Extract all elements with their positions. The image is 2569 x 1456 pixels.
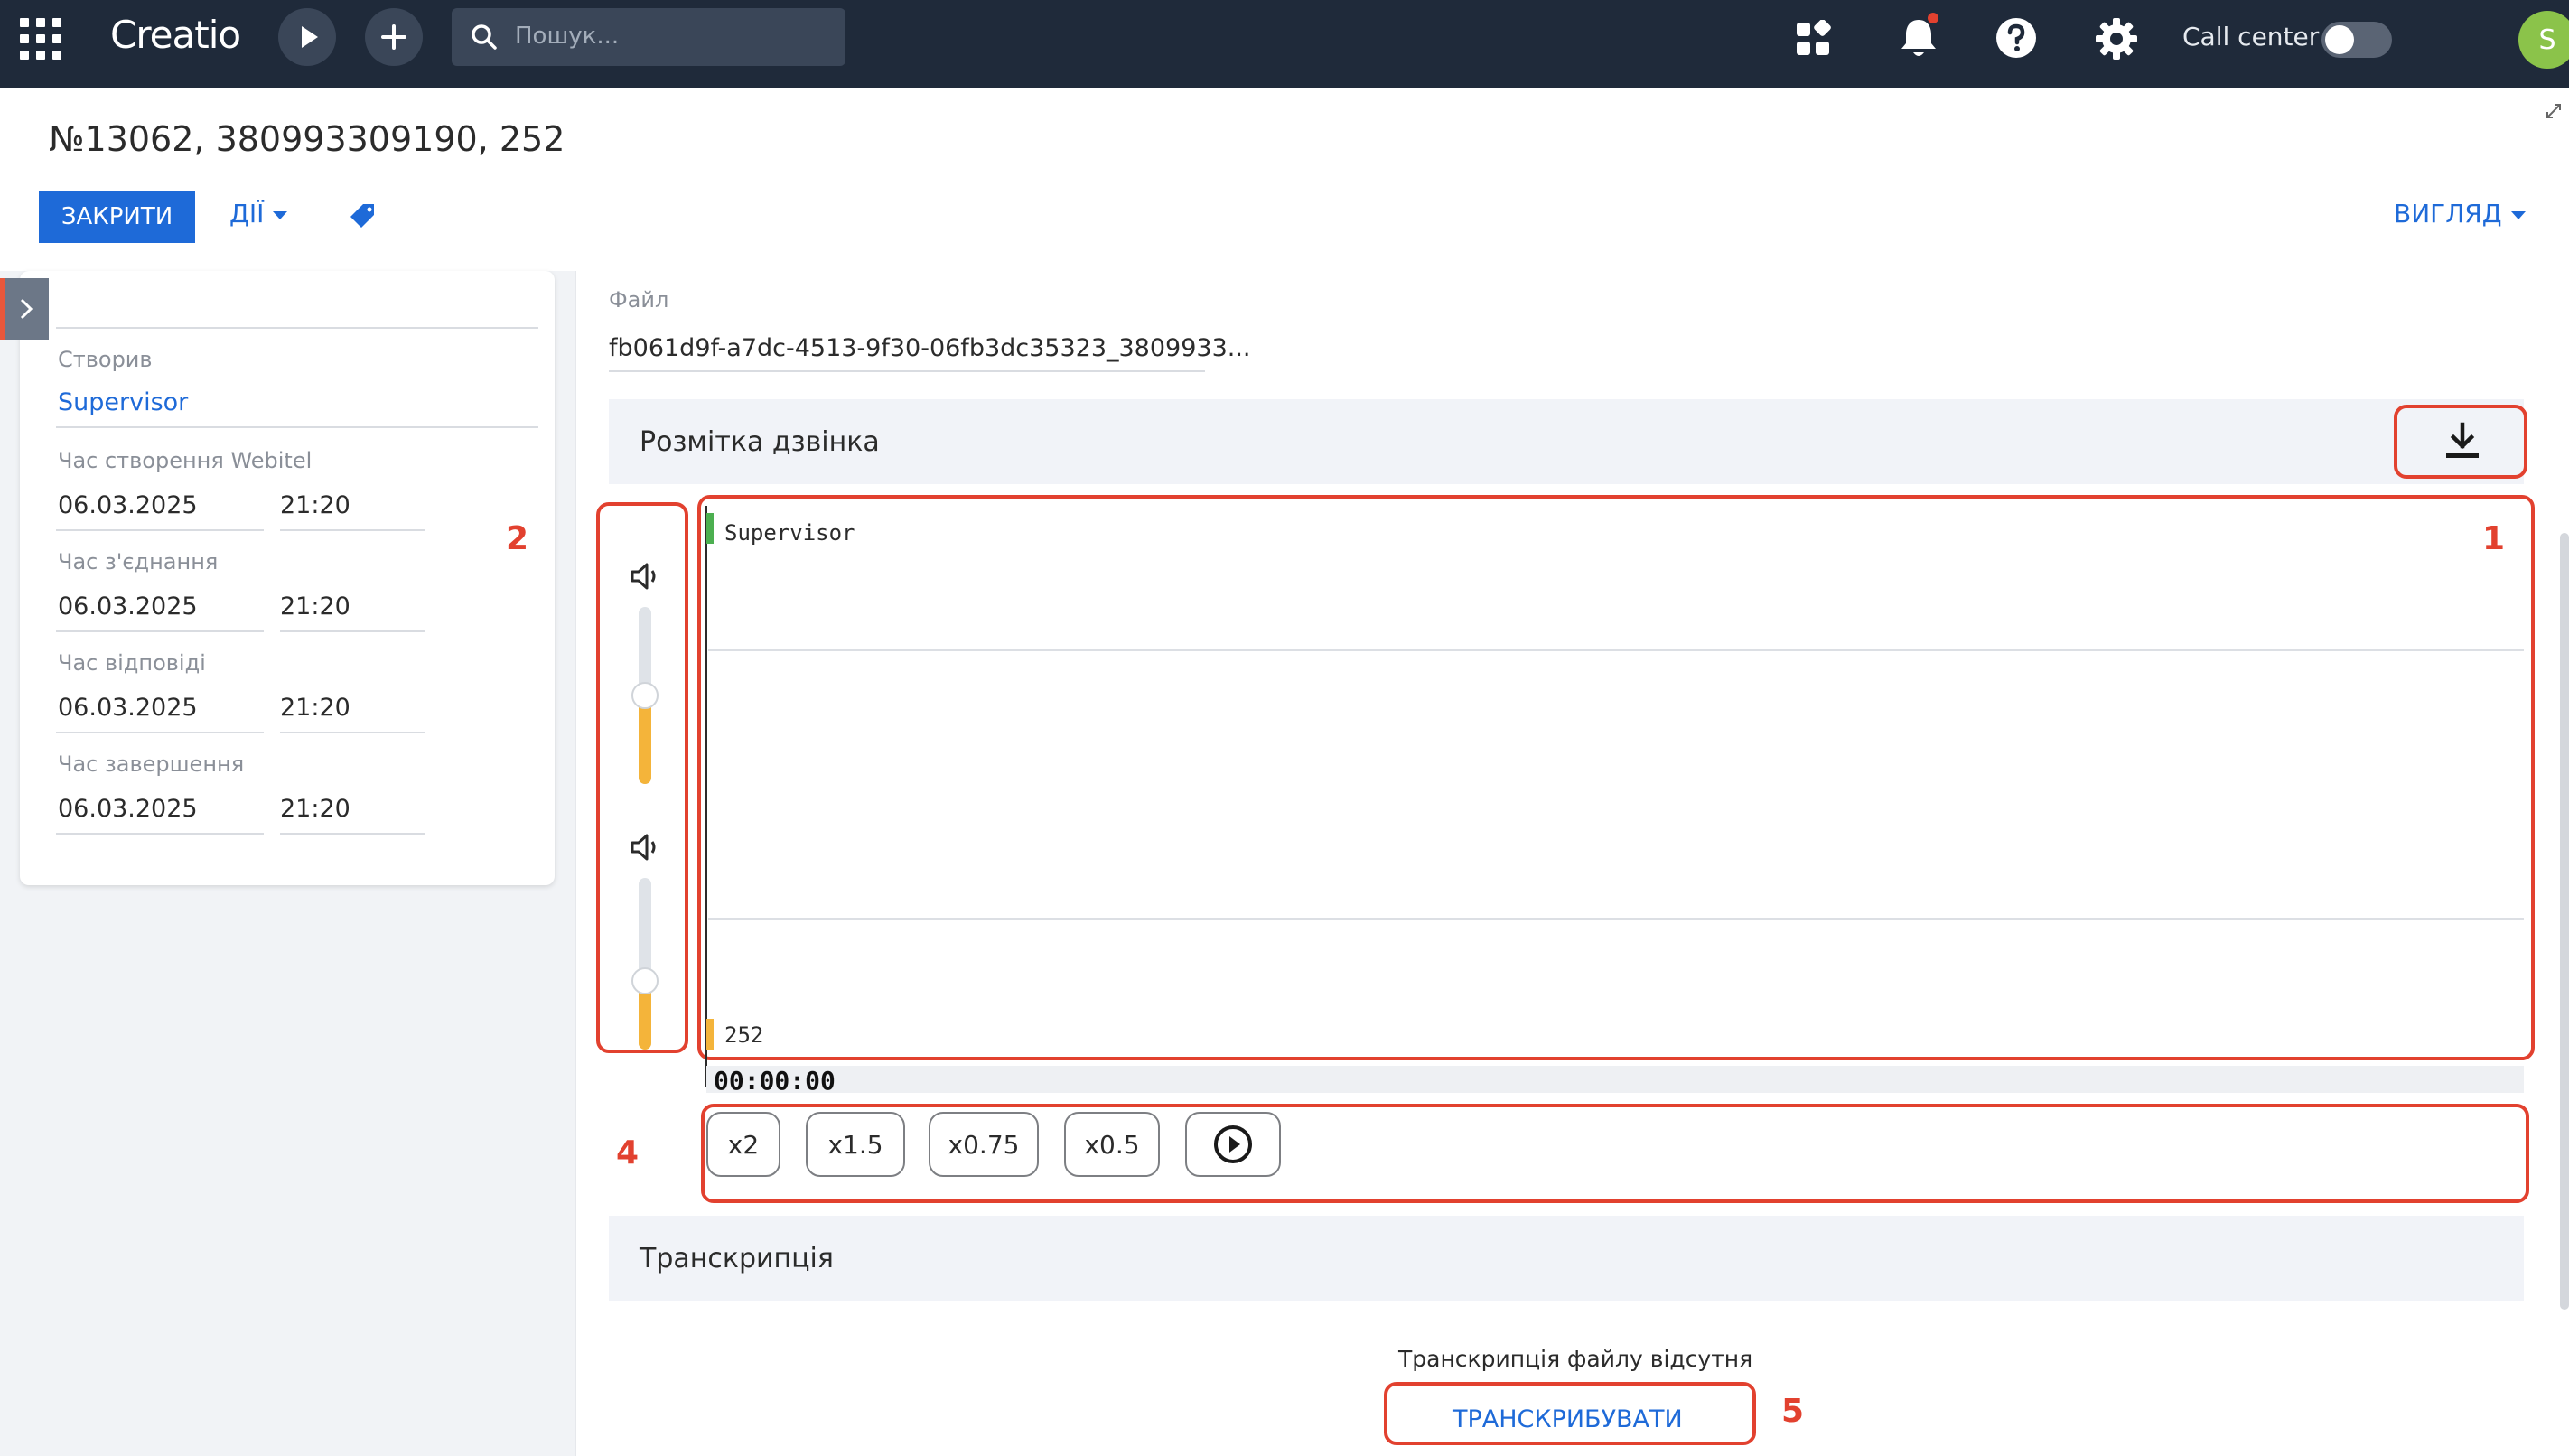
call-center-toggle[interactable] (2321, 22, 2392, 58)
plus-icon (381, 24, 406, 50)
field-time[interactable]: 21:20 (280, 694, 350, 722)
download-icon[interactable] (2444, 421, 2480, 461)
field-webitel-created: Час створення Webitel 06.03.2025 21:20 (56, 448, 528, 549)
play-icon (302, 26, 318, 48)
channel-bottom-marker (706, 1019, 714, 1050)
marker-1: 1 (2482, 520, 2506, 557)
underline (280, 732, 425, 733)
field-label: Час з'єднання (58, 549, 219, 574)
divider (56, 327, 538, 329)
timeline-bar[interactable] (706, 1066, 2524, 1093)
speed-x2-button[interactable]: x2 (706, 1112, 780, 1177)
app-menu-icon[interactable] (20, 18, 61, 60)
expand-icon[interactable] (2544, 101, 2564, 121)
waveform-highlight (697, 495, 2535, 1060)
underline (280, 529, 425, 531)
search-box[interactable] (452, 8, 845, 66)
panel-separator (575, 271, 576, 1456)
field-date[interactable]: 06.03.2025 (58, 694, 198, 722)
app-logo: Creatio (110, 13, 241, 57)
add-button[interactable] (365, 8, 423, 66)
close-button[interactable]: ЗАКРИТИ (39, 191, 195, 243)
timecode: 00:00:00 (714, 1066, 836, 1096)
chevron-down-icon (273, 210, 288, 219)
notifications-icon[interactable] (1895, 13, 1942, 63)
waveform-divider (708, 918, 2524, 920)
field-time[interactable]: 21:20 (280, 491, 350, 519)
speaker-icon[interactable] (627, 558, 663, 594)
view-dropdown[interactable]: ВИГЛЯД (2394, 199, 2526, 229)
transcription-title: Транскрипція (640, 1243, 834, 1274)
speed-x0-75-button[interactable]: x0.75 (929, 1112, 1039, 1177)
channel-top-marker (706, 513, 714, 544)
call-center-label: Call center (2182, 22, 2320, 51)
divider (56, 426, 538, 428)
view-label: ВИГЛЯД (2394, 199, 2502, 229)
field-date[interactable]: 06.03.2025 (58, 593, 198, 621)
field-date[interactable]: 06.03.2025 (58, 795, 198, 823)
field-label: Час завершення (58, 751, 245, 777)
field-label: Час відповіді (58, 650, 206, 676)
left-panel: Створив Supervisor Час створення Webitel… (20, 271, 555, 885)
user-avatar[interactable]: S (2518, 11, 2569, 69)
help-icon[interactable] (1994, 16, 2038, 60)
underline (56, 833, 264, 835)
field-date[interactable]: 06.03.2025 (58, 491, 198, 519)
underline (56, 630, 264, 632)
run-process-button[interactable] (278, 8, 336, 66)
transcribe-button[interactable]: ТРАНСКРИБУВАТИ (1453, 1405, 1683, 1433)
speed-x1-5-button[interactable]: x1.5 (806, 1112, 905, 1177)
page-title: №13062, 380993309190, 252 (49, 119, 565, 159)
field-time[interactable]: 21:20 (280, 593, 350, 621)
transcription-empty-text: Транскрипція файлу відсутня (1398, 1346, 1753, 1372)
field-connected: Час з'єднання 06.03.2025 21:20 (56, 549, 528, 650)
field-label: Час створення Webitel (58, 448, 313, 473)
volume-knob-bottom[interactable] (631, 967, 659, 994)
underline (280, 833, 425, 835)
field-answered: Час відповіді 06.03.2025 21:20 (56, 650, 528, 751)
speaker-icon[interactable] (627, 829, 663, 865)
search-input[interactable] (513, 15, 829, 57)
search-icon (472, 24, 497, 50)
playhead-cursor[interactable] (705, 506, 707, 1087)
underline (56, 732, 264, 733)
scrollbar[interactable] (2560, 533, 2569, 1310)
field-time[interactable]: 21:20 (280, 795, 350, 823)
play-button[interactable] (1185, 1112, 1281, 1177)
chevron-right-icon (20, 298, 33, 320)
marker-4: 4 (616, 1134, 640, 1171)
speed-x0-5-button[interactable]: x0.5 (1064, 1112, 1160, 1177)
field-finished: Час завершення 06.03.2025 21:20 (56, 751, 528, 853)
marker-2: 2 (506, 520, 529, 557)
settings-gear-icon[interactable] (2094, 16, 2139, 61)
top-bar: Creatio Call center (0, 0, 2569, 88)
call-markup-header: Розмітка дзвінка (609, 399, 2524, 484)
tag-icon[interactable] (349, 201, 379, 231)
created-by-label: Створив (58, 347, 153, 372)
actions-dropdown[interactable]: ДІЇ (229, 199, 288, 229)
file-underline (609, 370, 1205, 372)
chevron-down-icon (2510, 210, 2526, 219)
volume-knob-top[interactable] (631, 682, 659, 709)
play-circle-icon (1214, 1125, 1252, 1163)
underline (56, 529, 264, 531)
created-by-link[interactable]: Supervisor (58, 388, 188, 416)
waveform-divider (708, 649, 2524, 651)
channel-top-label: Supervisor (724, 520, 855, 546)
marker-5: 5 (1781, 1393, 1805, 1430)
call-markup-title: Розмітка дзвінка (640, 426, 880, 458)
file-label: Файл (609, 287, 669, 313)
underline (280, 630, 425, 632)
file-value[interactable]: fb061d9f-a7dc-4513-9f30-06fb3dc35323_380… (609, 334, 1251, 362)
apps-icon[interactable] (1794, 20, 1832, 58)
transcription-header: Транскрипція (609, 1216, 2524, 1301)
actions-label: ДІЇ (229, 199, 265, 229)
panel-collapse-toggle[interactable] (0, 278, 49, 340)
channel-bottom-label: 252 (724, 1022, 764, 1048)
